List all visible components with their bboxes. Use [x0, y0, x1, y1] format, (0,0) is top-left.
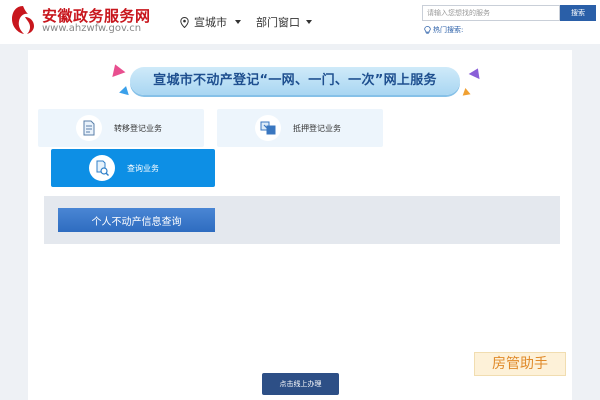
site-header: 安徽政务服务网 www.ahzwfw.gov.cn 宣城市 部门窗口 搜索 热门… — [0, 0, 600, 44]
document-icon — [76, 115, 102, 141]
location-pin-icon — [180, 16, 189, 28]
service-card-label: 转移登记业务 — [114, 123, 162, 133]
chevron-down-icon — [235, 20, 241, 24]
hot-search: 热门搜索: — [424, 25, 463, 35]
personal-property-query-button[interactable]: 个人不动产信息查询 — [58, 208, 215, 232]
service-card-label: 抵押登记业务 — [293, 123, 341, 133]
location-label: 宣城市 — [194, 16, 227, 29]
chevron-down-icon — [306, 20, 312, 24]
transfer-icon — [255, 115, 281, 141]
online-handle-button[interactable]: 点击线上办理 — [262, 373, 339, 395]
hot-search-label: 热门搜索: — [433, 26, 464, 34]
search-input[interactable] — [422, 5, 560, 21]
search-document-icon — [89, 155, 115, 181]
site-logo-icon[interactable] — [10, 5, 36, 35]
location-selector[interactable]: 宣城市 — [180, 14, 241, 30]
service-card-transfer[interactable]: 转移登记业务 — [38, 109, 204, 147]
hot-search-icon — [424, 26, 431, 34]
decoration-triangle-icon — [108, 61, 126, 78]
department-label: 部门窗口 — [256, 16, 300, 29]
decoration-triangle-icon — [461, 87, 471, 96]
service-banner: 宣城市不动产登记“一网、一门、一次”网上服务 — [108, 61, 484, 100]
watermark-badge: 房管助手 — [474, 352, 566, 376]
service-card-label: 查询业务 — [127, 163, 159, 173]
department-window-selector[interactable]: 部门窗口 — [256, 14, 312, 30]
service-card-mortgage[interactable]: 抵押登记业务 — [217, 109, 383, 147]
brand-url: www.ahzwfw.gov.cn — [42, 23, 142, 34]
search-button[interactable]: 搜索 — [560, 5, 596, 21]
banner-title: 宣城市不动产登记“一网、一门、一次”网上服务 — [153, 73, 437, 88]
service-card-query[interactable]: 查询业务 — [51, 149, 215, 187]
